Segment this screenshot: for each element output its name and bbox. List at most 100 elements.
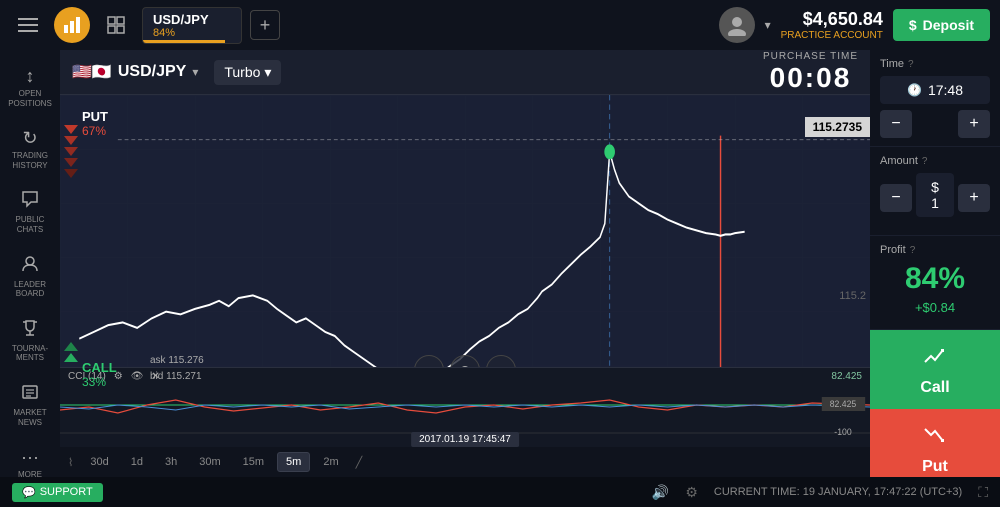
purchase-time-value: 00:08	[763, 62, 858, 94]
call-btn-icon	[921, 342, 949, 375]
sidebar-item-tournaments[interactable]: TOURNA-MENTS	[3, 311, 57, 371]
add-tab-button[interactable]: +	[250, 10, 280, 40]
user-dropdown-arrow[interactable]: ▾	[765, 18, 771, 32]
support-button[interactable]: 💬 SUPPORT	[12, 483, 103, 502]
right-panel: Time ? 🕐 17:48 − + Amount ? − $ 1 +	[870, 50, 1000, 477]
arrow-1	[64, 125, 78, 134]
put-btn-label: Put	[922, 458, 948, 476]
tf-30d[interactable]: 30d	[81, 452, 117, 472]
time-help-icon[interactable]: ?	[908, 59, 914, 70]
sidebar-item-open-positions[interactable]: ↕ OPENPOSITIONS	[3, 58, 57, 116]
call-arrows	[64, 342, 78, 362]
amount-stepper-row: − $ 1 +	[880, 173, 990, 223]
svg-text:82.425: 82.425	[830, 399, 857, 409]
put-button[interactable]: Put	[870, 409, 1000, 477]
trading-history-icon: ↻	[22, 128, 37, 149]
settings-icon[interactable]: ⚙	[685, 484, 698, 501]
fullscreen-icon[interactable]: ⛶	[978, 484, 988, 501]
chart-icon[interactable]	[54, 7, 90, 43]
amount-display[interactable]: $ 1	[916, 173, 954, 217]
pair-selector[interactable]: 🇺🇸🇯🇵 USD/JPY ▾	[72, 62, 198, 82]
time-selector: ⌇ 30d 1d 3h 30m 15m 5m 2m ╱	[60, 447, 870, 477]
tf-2m[interactable]: 2m	[314, 452, 347, 472]
profit-section: Profit ? 84% +$0.84	[870, 236, 1000, 330]
sidebar-item-more[interactable]: ··· MORE	[3, 439, 57, 477]
arrow-2	[64, 136, 78, 145]
leaderboard-icon	[21, 255, 39, 278]
open-positions-icon: ↕	[26, 66, 35, 87]
price-right-label: 115.2	[839, 290, 866, 302]
time-label: Time ?	[880, 58, 990, 70]
sidebar-label-public-chats: PUBLICCHATS	[16, 215, 45, 234]
hamburger-icon	[18, 18, 38, 32]
indicator-eye-icon[interactable]: 👁	[131, 371, 144, 382]
price-tag: 115.2735	[805, 117, 870, 137]
profit-pct: 84%	[880, 262, 990, 296]
volume-icon[interactable]: 🔊	[652, 484, 669, 501]
sidebar-item-leaderboard[interactable]: LEADERBOARD	[3, 247, 57, 307]
public-chats-icon	[21, 190, 39, 213]
trade-type-selector[interactable]: Turbo ▾	[214, 60, 281, 85]
arrow-3	[64, 147, 78, 156]
tf-15m[interactable]: 15m	[234, 452, 273, 472]
sidebar-label-more: MORE	[18, 470, 42, 477]
tf-3h[interactable]: 3h	[156, 452, 186, 472]
trade-buttons: Call Put	[870, 330, 1000, 477]
balance-display: $4,650.84 PRACTICE ACCOUNT	[781, 9, 883, 41]
asset-pct: 84%	[153, 27, 231, 39]
market-news-icon	[21, 383, 39, 406]
call-info: ask 115.276 bid 115.271	[150, 353, 204, 385]
purchase-time-display: PURCHASE TIME 00:08	[763, 51, 858, 94]
put-arrows	[64, 125, 78, 178]
user-area: ▾ $4,650.84 PRACTICE ACCOUNT $ Deposit	[719, 7, 990, 43]
sidebar-item-market-news[interactable]: MARKETNEWS	[3, 375, 57, 435]
user-avatar-icon	[726, 14, 748, 36]
trade-type-arrow: ▾	[264, 64, 271, 81]
bottom-bar: 💬 SUPPORT 🔊 ⚙ CURRENT TIME: 19 JANUARY, …	[0, 477, 1000, 507]
green-arrow-1	[64, 342, 78, 351]
chart-area: 🇺🇸🇯🇵 USD/JPY ▾ Turbo ▾ PURCHASE TIME 00:…	[60, 50, 870, 477]
amount-help-icon[interactable]: ?	[922, 156, 928, 167]
time-value: 17:48	[928, 82, 963, 98]
deposit-icon: $	[909, 17, 917, 33]
amount-decrease-button[interactable]: −	[880, 184, 912, 212]
tf-1d[interactable]: 1d	[122, 452, 152, 472]
amount-section: Amount ? − $ 1 +	[870, 147, 1000, 236]
tournaments-icon	[21, 319, 39, 342]
main-area: ↕ OPENPOSITIONS ↻ TRADINGHISTORY PUBLICC…	[0, 50, 1000, 477]
sidebar-label-tournaments: TOURNA-MENTS	[12, 344, 48, 363]
amount-increase-button[interactable]: +	[958, 184, 990, 212]
sidebar-item-public-chats[interactable]: PUBLICCHATS	[3, 182, 57, 242]
menu-button[interactable]	[10, 7, 46, 43]
call-label: CALL	[82, 360, 117, 375]
tf-5m[interactable]: 5m	[277, 452, 310, 472]
current-time-label: CURRENT TIME: 19 JANUARY, 17:47:22 (UTC+…	[714, 486, 962, 498]
time-increase-button[interactable]: +	[958, 110, 990, 138]
date-tooltip: 2017.01.19 17:45:47	[411, 432, 519, 447]
grid-icon[interactable]	[98, 7, 134, 43]
pair-flag: 🇺🇸🇯🇵	[72, 62, 112, 82]
asset-tab-bar	[143, 40, 225, 43]
bid-price: bid 115.271	[150, 369, 204, 385]
purchase-time-label: PURCHASE TIME	[763, 51, 858, 62]
line-icon: ╱	[356, 456, 363, 469]
ask-price: ask 115.276	[150, 353, 204, 369]
profit-label: Profit ?	[880, 244, 990, 256]
sidebar-item-trading-history[interactable]: ↻ TRADINGHISTORY	[3, 120, 57, 178]
asset-tab[interactable]: USD/JPY 84%	[142, 7, 242, 44]
pair-name: USD/JPY	[118, 63, 186, 81]
sidebar-label-leaderboard: LEADERBOARD	[14, 280, 46, 299]
bar-chart-icon	[62, 15, 82, 35]
account-type: PRACTICE ACCOUNT	[781, 30, 883, 41]
avatar[interactable]	[719, 7, 755, 43]
arrow-5	[64, 169, 78, 178]
profit-help-icon[interactable]: ?	[910, 245, 916, 256]
time-decrease-button[interactable]: −	[880, 110, 912, 138]
svg-text:-100: -100	[834, 427, 851, 437]
chart-header: 🇺🇸🇯🇵 USD/JPY ▾ Turbo ▾ PURCHASE TIME 00:…	[60, 50, 870, 95]
deposit-button[interactable]: $ Deposit	[893, 9, 990, 41]
tf-30m[interactable]: 30m	[190, 452, 229, 472]
call-label-area: CALL 33%	[82, 360, 117, 389]
sidebar-label-trading-history: TRADINGHISTORY	[12, 151, 48, 170]
call-button[interactable]: Call	[870, 330, 1000, 409]
